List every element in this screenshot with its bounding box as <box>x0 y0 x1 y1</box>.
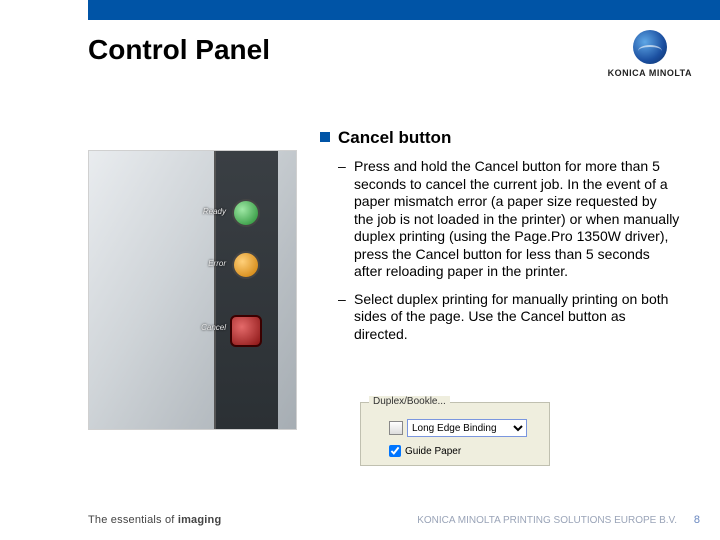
slide: Control Panel KONICA MINOLTA Ready Error… <box>0 0 720 540</box>
printer-panel-photo: Ready Error Cancel <box>88 150 297 430</box>
footer-right: KONICA MINOLTA PRINTING SOLUTIONS EUROPE… <box>417 514 700 526</box>
cancel-button-icon <box>230 315 262 347</box>
binding-icon <box>389 421 403 435</box>
brand-name: KONICA MINOLTA <box>608 68 692 78</box>
page-number: 8 <box>694 514 700 526</box>
globe-icon <box>633 30 667 64</box>
footer-company: KONICA MINOLTA PRINTING SOLUTIONS EUROPE… <box>417 515 677 526</box>
guide-paper-label: Guide Paper <box>405 446 461 457</box>
driver-dialog-screenshot: Duplex/Bookle... Long Edge Binding Guide… <box>360 402 550 466</box>
error-led-icon <box>232 251 260 279</box>
cancel-label: Cancel <box>201 323 226 332</box>
duplex-groupbox: Duplex/Bookle... Long Edge Binding Guide… <box>360 402 550 466</box>
guide-paper-checkbox[interactable] <box>389 445 401 457</box>
binding-select[interactable]: Long Edge Binding <box>407 419 527 437</box>
section-heading: Cancel button <box>320 128 680 148</box>
ready-led-icon <box>232 199 260 227</box>
panel-strip <box>214 151 278 429</box>
page-title: Control Panel <box>88 34 270 66</box>
tagline-bold: imaging <box>178 514 222 526</box>
footer: The essentials of imaging KONICA MINOLTA… <box>88 514 700 526</box>
brand-logo: KONICA MINOLTA <box>608 30 692 78</box>
binding-combo-row: Long Edge Binding <box>389 419 539 437</box>
error-label: Error <box>208 259 226 268</box>
tagline: The essentials of imaging <box>88 514 221 526</box>
tagline-prefix: The essentials of <box>88 514 178 526</box>
guide-paper-row[interactable]: Guide Paper <box>389 445 539 457</box>
bullet-item: Press and hold the Cancel button for mor… <box>320 158 680 281</box>
ready-label: Ready <box>203 207 226 216</box>
bullet-item: Select duplex printing for manually prin… <box>320 291 680 344</box>
top-accent-bar <box>88 0 720 20</box>
content-block: Cancel button Press and hold the Cancel … <box>320 128 680 353</box>
groupbox-legend: Duplex/Bookle... <box>369 396 450 407</box>
